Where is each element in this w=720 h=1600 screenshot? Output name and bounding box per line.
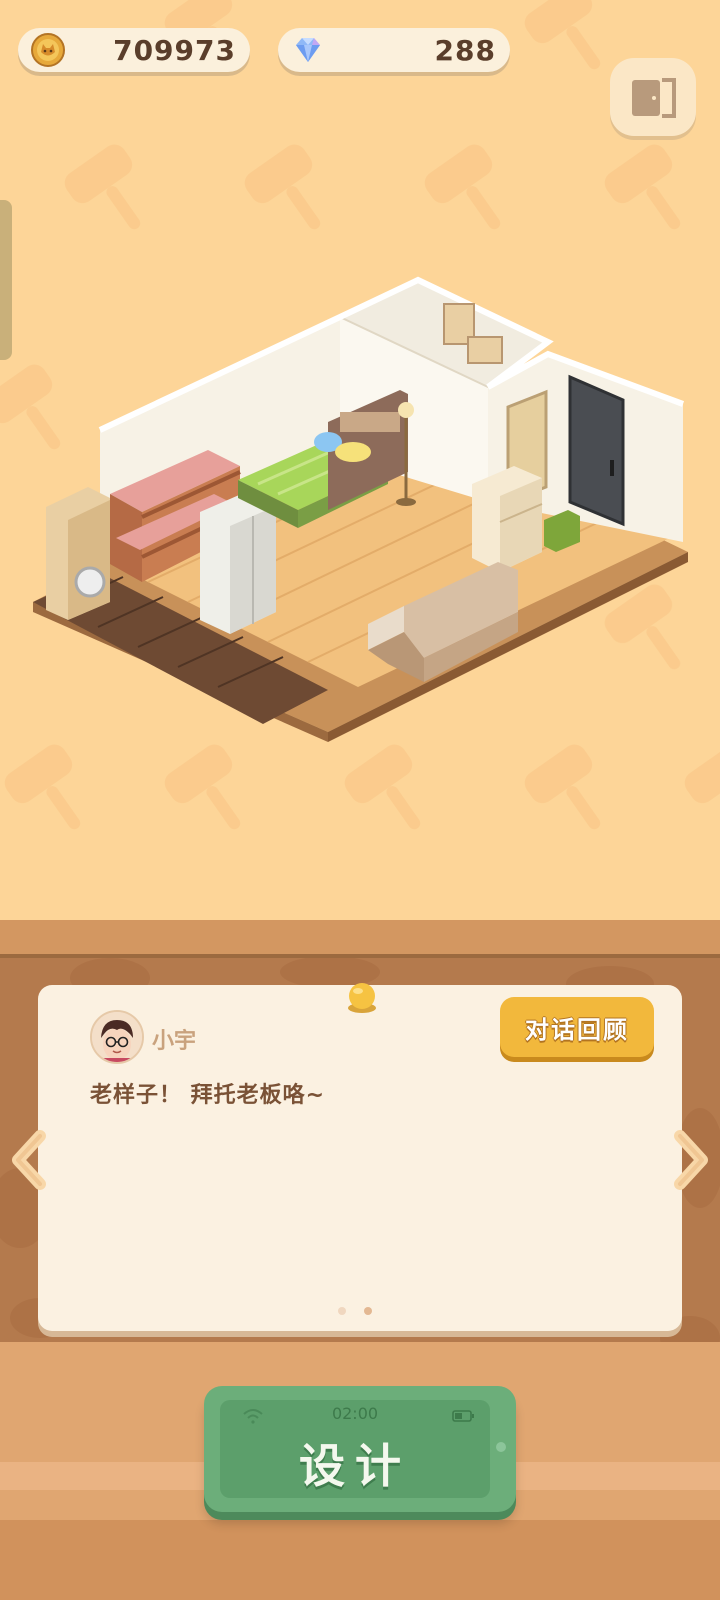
exit-door-icon	[632, 78, 676, 118]
phone-side-button	[496, 1442, 506, 1452]
prev-arrow-icon[interactable]	[10, 1130, 50, 1190]
coin-counter[interactable]: 709973	[18, 28, 250, 72]
design-label: 设计	[299, 1439, 411, 1493]
gem-amount: 288	[434, 34, 496, 67]
page-indicator	[338, 1307, 382, 1317]
dialog-history-button[interactable]: 对话回顾	[500, 997, 654, 1057]
gem-counter[interactable]: 288	[278, 28, 510, 72]
pin-icon	[348, 983, 376, 1013]
phone-screen: 02:00 设计	[220, 1400, 490, 1498]
page-dot-2	[364, 1307, 372, 1315]
avatar	[90, 1010, 144, 1064]
wood-trim	[0, 920, 720, 958]
page-dot-1	[338, 1307, 346, 1315]
exit-button[interactable]	[610, 58, 696, 136]
dialog-card[interactable]: 小宇 对话回顾 老样子！ 拜托老板咯~	[38, 985, 682, 1331]
side-drawer-tab[interactable]	[0, 200, 12, 360]
floor-stripe	[0, 1520, 720, 1600]
character-portrait	[92, 1012, 142, 1062]
dialog-text: 老样子！ 拜托老板咯~	[90, 1083, 326, 1108]
next-arrow-icon[interactable]	[670, 1130, 710, 1190]
design-button[interactable]: 02:00 设计	[204, 1386, 516, 1512]
cat-coin-icon	[31, 33, 65, 67]
room-illustration	[33, 276, 688, 742]
battery-icon	[452, 1410, 474, 1422]
coin-amount: 709973	[113, 34, 236, 67]
diamond-icon	[296, 38, 320, 62]
phone-time: 02:00	[331, 1404, 379, 1423]
speaker-name: 小宇	[152, 1029, 197, 1054]
dialog-history-label: 对话回顾	[525, 1015, 629, 1044]
room-view: 709973 288	[0, 0, 720, 920]
